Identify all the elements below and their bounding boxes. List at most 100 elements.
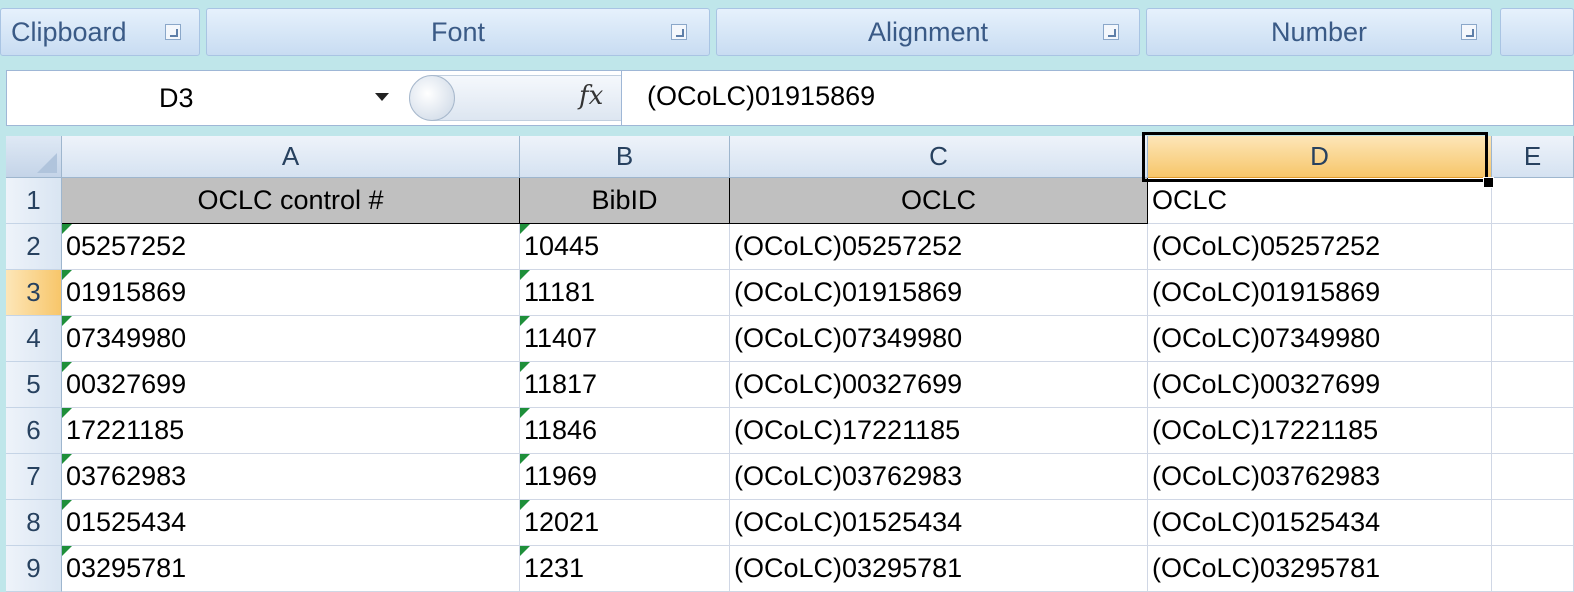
- cell-a1[interactable]: OCLC control #: [62, 178, 520, 224]
- cell-a9[interactable]: 03295781: [62, 546, 520, 592]
- cell-text: 11181: [524, 277, 596, 307]
- cell-a4[interactable]: 07349980: [62, 316, 520, 362]
- cell-b4[interactable]: 11407: [520, 316, 730, 362]
- cell-c3[interactable]: (OCoLC)01915869: [730, 270, 1148, 316]
- cell-a2[interactable]: 05257252: [62, 224, 520, 270]
- insert-function-icon[interactable]: fx: [579, 81, 603, 111]
- cell-d9[interactable]: (OCoLC)03295781: [1148, 546, 1492, 592]
- column-header-d[interactable]: D: [1148, 136, 1492, 178]
- cell-c8[interactable]: (OCoLC)01525434: [730, 500, 1148, 546]
- cell-a5[interactable]: 00327699: [62, 362, 520, 408]
- cell-d2[interactable]: (OCoLC)05257252: [1148, 224, 1492, 270]
- formula-bar-resize-icon[interactable]: [409, 75, 455, 121]
- cell-e1[interactable]: [1492, 178, 1574, 224]
- formula-bar: D3 fx (OCoLC)01915869: [6, 70, 1574, 126]
- row-header-4[interactable]: 4: [6, 316, 62, 362]
- cell-d7[interactable]: (OCoLC)03762983: [1148, 454, 1492, 500]
- spreadsheet-grid: A B C D E 1 OCLC control # BibID OCLC OCLC 2 052572…: [6, 136, 1574, 592]
- column-header-e[interactable]: E: [1492, 136, 1574, 178]
- cell-a7[interactable]: 03762983: [62, 454, 520, 500]
- cell-a8[interactable]: 01525434: [62, 500, 520, 546]
- cell-c6[interactable]: (OCoLC)17221185: [730, 408, 1148, 454]
- cell-b5[interactable]: 11817: [520, 362, 730, 408]
- ribbon-group-styles: [1500, 8, 1574, 56]
- cell-d3[interactable]: (OCoLC)01915869: [1148, 270, 1492, 316]
- cell-c7[interactable]: (OCoLC)03762983: [730, 454, 1148, 500]
- cell-e5[interactable]: [1492, 362, 1574, 408]
- row-header-8[interactable]: 8: [6, 500, 62, 546]
- row-header-2[interactable]: 2: [6, 224, 62, 270]
- cell-b1[interactable]: BibID: [520, 178, 730, 224]
- cell-c5[interactable]: (OCoLC)00327699: [730, 362, 1148, 408]
- cell-b3[interactable]: 11181: [520, 270, 730, 316]
- fill-handle[interactable]: [1483, 177, 1494, 188]
- row-header-3[interactable]: 3: [6, 270, 62, 316]
- number-stored-as-text-indicator-icon: [62, 362, 72, 372]
- row-header-7[interactable]: 7: [6, 454, 62, 500]
- alignment-dialog-launcher-icon[interactable]: [1103, 24, 1119, 40]
- column-header-b[interactable]: B: [520, 136, 730, 178]
- number-stored-as-text-indicator-icon: [62, 270, 72, 280]
- cell-b7[interactable]: 11969: [520, 454, 730, 500]
- cell-d4[interactable]: (OCoLC)07349980: [1148, 316, 1492, 362]
- row-header-5[interactable]: 5: [6, 362, 62, 408]
- number-stored-as-text-indicator-icon: [62, 500, 72, 510]
- cell-d1[interactable]: OCLC: [1148, 178, 1492, 224]
- cell-text: 11969: [524, 461, 598, 491]
- cell-text: (OCoLC)05257252: [734, 231, 963, 261]
- cell-a6[interactable]: 17221185: [62, 408, 520, 454]
- cell-d8[interactable]: (OCoLC)01525434: [1148, 500, 1492, 546]
- name-box-dropdown-icon[interactable]: [375, 93, 389, 101]
- cell-c4[interactable]: (OCoLC)07349980: [730, 316, 1148, 362]
- cell-b8[interactable]: 12021: [520, 500, 730, 546]
- ribbon-group-font: Font: [206, 8, 710, 56]
- formula-input[interactable]: (OCoLC)01915869: [647, 81, 875, 112]
- number-stored-as-text-indicator-icon: [520, 270, 530, 280]
- cell-c1[interactable]: OCLC: [730, 178, 1148, 224]
- number-stored-as-text-indicator-icon: [520, 224, 530, 234]
- name-box-value: D3: [159, 82, 194, 113]
- cell-text: (OCoLC)03295781: [1152, 553, 1381, 583]
- number-stored-as-text-indicator-icon: [62, 316, 72, 326]
- number-dialog-launcher-icon[interactable]: [1461, 24, 1477, 40]
- cell-e4[interactable]: [1492, 316, 1574, 362]
- cell-b2[interactable]: 10445: [520, 224, 730, 270]
- cell-text: (OCoLC)03295781: [734, 553, 963, 583]
- cell-a3[interactable]: 01915869: [62, 270, 520, 316]
- cell-d6[interactable]: (OCoLC)17221185: [1148, 408, 1492, 454]
- ribbon-group-clipboard: Clipboard: [0, 8, 200, 56]
- cell-text: (OCoLC)07349980: [734, 323, 963, 353]
- column-header-a[interactable]: A: [62, 136, 520, 178]
- row-header-1[interactable]: 1: [6, 178, 62, 224]
- cell-text: (OCoLC)00327699: [734, 369, 963, 399]
- cell-text: (OCoLC)01525434: [734, 507, 963, 537]
- cell-e9[interactable]: [1492, 546, 1574, 592]
- select-all-button[interactable]: [6, 136, 62, 178]
- cell-text: (OCoLC)05257252: [1152, 231, 1381, 261]
- cell-e2[interactable]: [1492, 224, 1574, 270]
- cell-b9[interactable]: 1231: [520, 546, 730, 592]
- name-box[interactable]: D3: [7, 71, 407, 125]
- cell-text: 05257252: [66, 231, 187, 261]
- number-stored-as-text-indicator-icon: [62, 546, 72, 556]
- column-header-c[interactable]: C: [730, 136, 1148, 178]
- row-header-9[interactable]: 9: [6, 546, 62, 592]
- number-stored-as-text-indicator-icon: [520, 546, 530, 556]
- font-dialog-launcher-icon[interactable]: [671, 24, 687, 40]
- clipboard-dialog-launcher-icon[interactable]: [165, 24, 181, 40]
- number-stored-as-text-indicator-icon: [520, 316, 530, 326]
- cell-e7[interactable]: [1492, 454, 1574, 500]
- row-header-6[interactable]: 6: [6, 408, 62, 454]
- cell-c2[interactable]: (OCoLC)05257252: [730, 224, 1148, 270]
- cell-text: (OCoLC)17221185: [734, 415, 961, 445]
- cell-text: 01525434: [66, 507, 187, 537]
- cell-c9[interactable]: (OCoLC)03295781: [730, 546, 1148, 592]
- cell-e6[interactable]: [1492, 408, 1574, 454]
- cell-d5[interactable]: (OCoLC)00327699: [1148, 362, 1492, 408]
- ribbon-group-label-alignment: Alignment: [867, 16, 989, 47]
- cell-b6[interactable]: 11846: [520, 408, 730, 454]
- cell-e8[interactable]: [1492, 500, 1574, 546]
- cell-e3[interactable]: [1492, 270, 1574, 316]
- cell-text: 03295781: [66, 553, 187, 583]
- ribbon-group-number: Number: [1146, 8, 1492, 56]
